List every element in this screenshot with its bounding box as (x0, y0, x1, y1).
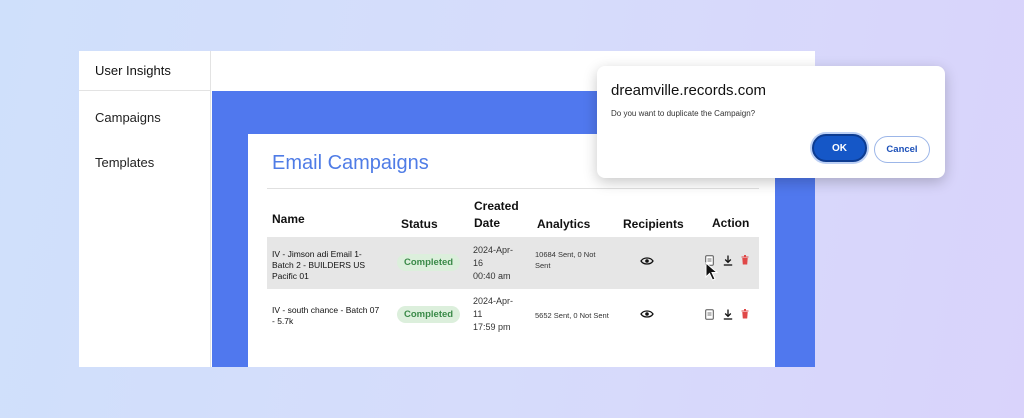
status-badge: Completed (397, 306, 461, 323)
eye-icon[interactable] (640, 309, 654, 319)
column-header-action: Action (712, 216, 750, 230)
table-row[interactable]: IV - Jimson adi Email 1- Batch 2 - BUILD… (267, 237, 759, 289)
analytics-text: 5652 Sent, 0 Not Sent (535, 311, 609, 320)
sidebar: User Insights Campaigns Templates (79, 51, 211, 367)
trash-icon[interactable] (741, 309, 749, 319)
cancel-button[interactable]: Cancel (874, 136, 930, 163)
sidebar-item-campaigns[interactable]: Campaigns (79, 95, 210, 140)
sidebar-item-label: Campaigns (95, 110, 161, 125)
trash-icon[interactable] (741, 255, 749, 265)
created-date-line1: 2024-Apr- (473, 296, 514, 306)
column-header-recipients: Recipients (623, 217, 684, 231)
column-header-created-line2: Date (474, 216, 501, 230)
divider (267, 188, 759, 189)
download-icon[interactable] (723, 309, 733, 320)
eye-icon[interactable] (640, 256, 654, 266)
status-badge: Completed (397, 254, 461, 271)
column-header-created-line1: Created (474, 199, 519, 213)
analytics-text: 10684 Sent, 0 Not Sent (535, 250, 596, 270)
sidebar-item-label: Templates (95, 155, 155, 170)
sidebar-item-templates[interactable]: Templates (79, 140, 210, 185)
sidebar-header-label: User Insights (95, 63, 171, 78)
campaign-name: IV - south chance - Batch 07 - 5.7k (272, 305, 380, 326)
ok-button[interactable]: OK (812, 134, 867, 162)
dialog-title: dreamville.records.com (611, 82, 767, 99)
column-header-status: Status (401, 217, 438, 231)
created-date-line3: 17:59 pm (473, 322, 511, 332)
table-row[interactable]: IV - south chance - Batch 07 - 5.7k Comp… (267, 289, 759, 341)
column-header-analytics: Analytics (537, 217, 591, 231)
created-date: 2024-Apr- 16 00:40 am (473, 244, 523, 283)
sidebar-item-user-insights[interactable]: User Insights (79, 51, 210, 91)
campaign-name: IV - Jimson adi Email 1- Batch 2 - BUILD… (272, 249, 366, 281)
mouse-pointer-icon (705, 262, 719, 281)
created-date-line2: 11 (473, 309, 483, 319)
column-header-created: Created Date (474, 198, 519, 232)
column-header-name: Name (272, 212, 305, 226)
download-icon[interactable] (723, 255, 733, 266)
created-date-line1: 2024-Apr- (473, 245, 514, 255)
created-date-line2: 16 (473, 258, 484, 268)
dialog-message: Do you want to duplicate the Campaign? (611, 109, 756, 118)
confirm-dialog: dreamville.records.com Do you want to du… (597, 66, 945, 178)
copy-icon[interactable] (705, 309, 714, 320)
created-date: 2024-Apr- 11 17:59 pm (473, 295, 523, 334)
page-title: Email Campaigns (272, 152, 429, 174)
created-date-line3: 00:40 am (473, 271, 511, 281)
